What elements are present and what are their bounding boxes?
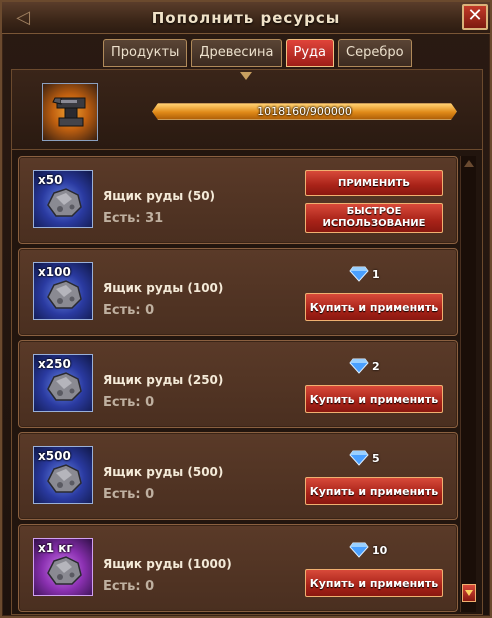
apply-button[interactable]: ПРИМЕНИТЬ [305, 170, 443, 196]
item-quantity: x50 [38, 173, 63, 187]
item-list: x50 Ящик руды (50) Есть: 31 ПРИМЕНИТЬ БЫ… [18, 156, 458, 612]
quick-use-button[interactable]: БЫСТРОЕ ИСПОЛЬЗОВАНИЕ [305, 203, 443, 233]
resource-summary: 1018160/900000 [12, 70, 482, 150]
buy-and-apply-button[interactable]: Купить и применить [305, 293, 443, 321]
item-quantity: x100 [38, 265, 71, 279]
scroll-up-icon[interactable] [464, 160, 474, 167]
item-name: Ящик руды (100) [103, 281, 224, 295]
price-tag: 5 [349, 449, 380, 467]
title-bar: ◁ Пополнить ресурсы ✕ [2, 2, 490, 34]
list-item: x50 Ящик руды (50) Есть: 31 ПРИМЕНИТЬ БЫ… [18, 156, 458, 244]
price-tag: 1 [349, 265, 380, 283]
tab-wood[interactable]: Древесина [191, 39, 282, 67]
buy-and-apply-button[interactable]: Купить и применить [305, 569, 443, 597]
dialog-title: Пополнить ресурсы [151, 8, 341, 27]
progress-text: 1018160/900000 [257, 105, 352, 118]
ore-crate-icon: x50 [33, 170, 93, 228]
buy-and-apply-button[interactable]: Купить и применить [305, 477, 443, 505]
item-owned-count: Есть: 0 [103, 303, 155, 318]
diamond-icon [349, 542, 369, 558]
ore-crate-icon: x1 кг [33, 538, 93, 596]
tab-silver[interactable]: Серебро [338, 39, 412, 67]
list-item: x1 кг Ящик руды (1000) Есть: 0 10 Купить… [18, 524, 458, 612]
resource-progress-bar: 1018160/900000 [152, 103, 457, 120]
price-value: 10 [372, 543, 388, 557]
close-button[interactable]: ✕ [462, 4, 488, 30]
item-name: Ящик руды (1000) [103, 557, 232, 571]
resource-dialog: ◁ Пополнить ресурсы ✕ Продукты Древесина… [0, 0, 492, 618]
buy-and-apply-button[interactable]: Купить и применить [305, 385, 443, 413]
diamond-icon [349, 450, 369, 466]
price-value: 1 [372, 267, 380, 281]
anvil-icon [42, 83, 98, 141]
price-value: 2 [372, 359, 380, 373]
item-quantity: x1 кг [38, 541, 73, 555]
list-item: x500 Ящик руды (500) Есть: 0 5 Купить и … [18, 432, 458, 520]
price-value: 5 [372, 451, 380, 465]
notch-decoration [240, 72, 252, 80]
scroll-down-button[interactable] [462, 584, 476, 602]
ore-crate-icon: x250 [33, 354, 93, 412]
ore-crate-icon: x100 [33, 262, 93, 320]
diamond-icon [349, 266, 369, 282]
item-owned-count: Есть: 31 [103, 211, 164, 226]
tab-ore[interactable]: Руда [285, 39, 334, 67]
item-owned-count: Есть: 0 [103, 579, 155, 594]
resource-tabs: Продукты Древесина Руда Серебро [103, 39, 412, 67]
ore-crate-icon: x500 [33, 446, 93, 504]
price-tag: 2 [349, 357, 380, 375]
item-name: Ящик руды (50) [103, 189, 216, 203]
list-item: x100 Ящик руды (100) Есть: 0 1 Купить и … [18, 248, 458, 336]
list-scrollbar[interactable] [460, 156, 476, 612]
chevron-left-icon[interactable]: ◁ [8, 8, 38, 28]
item-quantity: x250 [38, 357, 71, 371]
list-item: x250 Ящик руды (250) Есть: 0 2 Купить и … [18, 340, 458, 428]
item-owned-count: Есть: 0 [103, 395, 155, 410]
item-quantity: x500 [38, 449, 71, 463]
item-name: Ящик руды (500) [103, 465, 224, 479]
diamond-icon [349, 358, 369, 374]
content-panel: 1018160/900000 x50 Ящик руды (50) Есть: … [11, 69, 483, 615]
item-name: Ящик руды (250) [103, 373, 224, 387]
item-owned-count: Есть: 0 [103, 487, 155, 502]
price-tag: 10 [349, 541, 387, 559]
tab-products[interactable]: Продукты [103, 39, 188, 67]
